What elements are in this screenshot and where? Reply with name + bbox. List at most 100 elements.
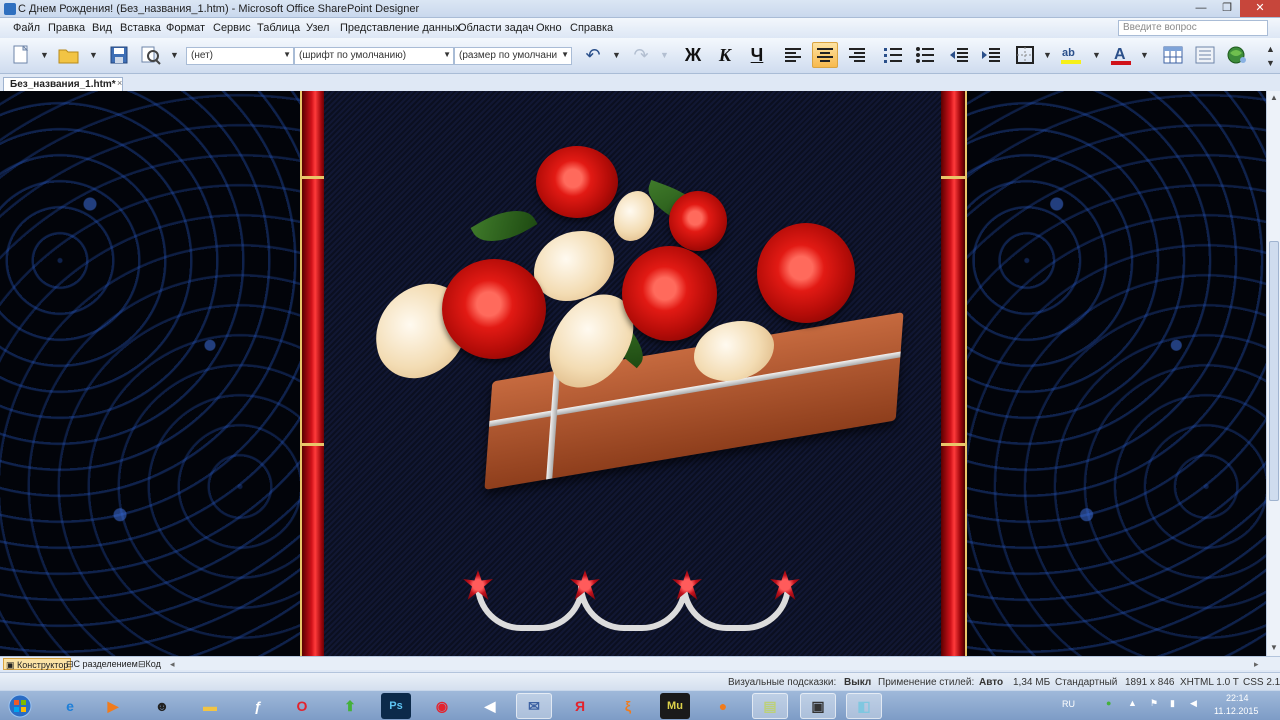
- tray-icon[interactable]: ▲: [1128, 698, 1137, 708]
- green-arrow-app-icon[interactable]: ⬆: [332, 693, 368, 719]
- menu-table[interactable]: Таблица: [257, 22, 300, 34]
- rendering-mode[interactable]: Стандартный: [1055, 677, 1117, 688]
- scroll-up-icon[interactable]: ▲: [1270, 93, 1278, 102]
- lily-flower: [614, 191, 654, 241]
- align-right-icon[interactable]: [844, 42, 870, 68]
- open-folder-icon[interactable]: [56, 42, 82, 68]
- notebook-app-icon[interactable]: ▤: [752, 693, 788, 719]
- css-schema[interactable]: CSS 2.1: [1243, 677, 1280, 688]
- tab-design[interactable]: ▣ Конструктор: [3, 658, 72, 670]
- web-component-icon[interactable]: [1224, 42, 1250, 68]
- menu-file[interactable]: Файл: [13, 22, 40, 34]
- flash-icon[interactable]: ƒ: [240, 693, 276, 719]
- scroll-thumb[interactable]: [1269, 241, 1279, 501]
- yandex-icon[interactable]: Я: [562, 693, 598, 719]
- menu-view[interactable]: Вид: [92, 22, 112, 34]
- borders-dropdown-icon[interactable]: ▼: [1043, 50, 1052, 60]
- menu-help[interactable]: Справка: [570, 22, 613, 34]
- scroll-right-icon[interactable]: ▸: [1252, 658, 1261, 670]
- photoshop-icon[interactable]: Ps: [381, 693, 411, 719]
- menu-site[interactable]: Узел: [306, 22, 329, 34]
- media-player-icon[interactable]: ▶: [95, 693, 131, 719]
- clock-time[interactable]: 22:14: [1226, 693, 1249, 703]
- tab-code[interactable]: ⊟Код: [136, 658, 163, 670]
- align-center-icon[interactable]: [812, 42, 838, 68]
- borders-icon[interactable]: [1012, 42, 1038, 68]
- document-tab[interactable]: Без_названия_1.htm*: [3, 77, 123, 91]
- scroll-left-icon[interactable]: ◂: [168, 658, 177, 670]
- vertical-scrollbar[interactable]: ▲ ▼: [1266, 91, 1280, 656]
- menu-edit[interactable]: Правка: [48, 22, 85, 34]
- menu-data-view[interactable]: Представление данных: [340, 22, 460, 34]
- flag-icon[interactable]: ⚑: [1150, 698, 1158, 709]
- clock-date[interactable]: 11.12.2015: [1214, 706, 1258, 716]
- undo-icon[interactable]: ↶: [580, 42, 606, 68]
- font-color-dropdown-icon[interactable]: ▼: [1140, 50, 1149, 60]
- increase-indent-icon[interactable]: [978, 42, 1004, 68]
- chrome-icon[interactable]: ◉: [424, 693, 460, 719]
- lizard-app-icon[interactable]: ξ: [610, 693, 646, 719]
- maximize-button[interactable]: ❐: [1214, 0, 1240, 17]
- scroll-down-icon[interactable]: ▼: [1270, 643, 1278, 652]
- open-dropdown-icon[interactable]: ▼: [89, 50, 98, 60]
- menu-tools[interactable]: Сервис: [213, 22, 251, 34]
- app-icon[interactable]: [4, 3, 16, 15]
- game-app-icon[interactable]: ☻: [144, 693, 180, 719]
- underline-button[interactable]: Ч: [744, 42, 770, 68]
- preview-icon[interactable]: [138, 42, 164, 68]
- redo-dropdown-icon[interactable]: ▼: [660, 50, 669, 60]
- highlight-dropdown-icon[interactable]: ▼: [1092, 50, 1101, 60]
- decrease-indent-icon[interactable]: [946, 42, 972, 68]
- design-canvas[interactable]: [0, 91, 1266, 656]
- video-app-icon[interactable]: ▣: [800, 693, 836, 719]
- new-page-icon[interactable]: [8, 42, 34, 68]
- ask-question-input[interactable]: Введите вопрос: [1118, 20, 1268, 36]
- language-indicator[interactable]: RU: [1062, 699, 1075, 709]
- new-dropdown-icon[interactable]: ▼: [40, 50, 49, 60]
- save-icon[interactable]: [106, 42, 132, 68]
- align-left-icon[interactable]: [780, 42, 806, 68]
- doctype-schema[interactable]: XHTML 1.0 T: [1180, 677, 1239, 688]
- menu-task-panes[interactable]: Области задач: [458, 22, 534, 34]
- page-dimensions[interactable]: 1891 x 846: [1125, 677, 1175, 688]
- signal-icon[interactable]: ▮: [1170, 698, 1175, 709]
- close-tab-icon[interactable]: ×: [117, 78, 122, 88]
- preview-dropdown-icon[interactable]: ▼: [170, 50, 179, 60]
- volume-icon[interactable]: ◀: [1190, 698, 1197, 709]
- size-combo[interactable]: (размер по умолчани ▼: [454, 47, 572, 65]
- tab-split[interactable]: ⊟С разделением: [64, 658, 140, 670]
- font-combo[interactable]: (шрифт по умолчанию) ▼: [294, 47, 454, 65]
- toolbar-options-icon[interactable]: ▲: [1266, 44, 1275, 54]
- layers-icon[interactable]: [1192, 42, 1218, 68]
- minimize-button[interactable]: —: [1188, 0, 1214, 17]
- start-orb-icon[interactable]: [2, 693, 38, 719]
- opera-icon[interactable]: O: [284, 693, 320, 719]
- bold-button[interactable]: Ж: [680, 42, 706, 68]
- style-application-value[interactable]: Авто: [979, 677, 1003, 688]
- svg-text:ab: ab: [1062, 47, 1075, 59]
- mail-app-icon[interactable]: ✉: [516, 693, 552, 719]
- menu-window[interactable]: Окно: [536, 22, 562, 34]
- muse-icon[interactable]: Mu: [660, 693, 690, 719]
- style-combo[interactable]: (нет) ▼: [186, 47, 294, 65]
- italic-button[interactable]: К: [712, 42, 738, 68]
- menu-insert[interactable]: Вставка: [120, 22, 161, 34]
- undo-dropdown-icon[interactable]: ▼: [612, 50, 621, 60]
- audio-app-icon[interactable]: ◀: [472, 693, 508, 719]
- bulleted-list-icon[interactable]: [912, 42, 938, 68]
- menu-format[interactable]: Формат: [166, 22, 205, 34]
- numbered-list-icon[interactable]: [880, 42, 906, 68]
- highlight-icon[interactable]: ab: [1058, 42, 1084, 68]
- visual-aids-value[interactable]: Выкл: [844, 677, 871, 688]
- network-icon[interactable]: ●: [1106, 698, 1111, 708]
- file-explorer-icon[interactable]: ▬: [192, 693, 228, 719]
- redo-icon[interactable]: ↷: [628, 42, 654, 68]
- font-color-icon[interactable]: A: [1108, 42, 1134, 68]
- sharepoint-designer-icon[interactable]: ◧: [846, 693, 882, 719]
- toolbar-overflow-icon[interactable]: ▼: [1266, 58, 1275, 68]
- insert-table-icon[interactable]: [1160, 42, 1186, 68]
- firefox-icon[interactable]: ●: [705, 693, 741, 719]
- close-button[interactable]: ✕: [1240, 0, 1280, 17]
- internet-explorer-icon[interactable]: e: [52, 693, 88, 719]
- visual-aids-label: Визуальные подсказки:: [728, 677, 837, 688]
